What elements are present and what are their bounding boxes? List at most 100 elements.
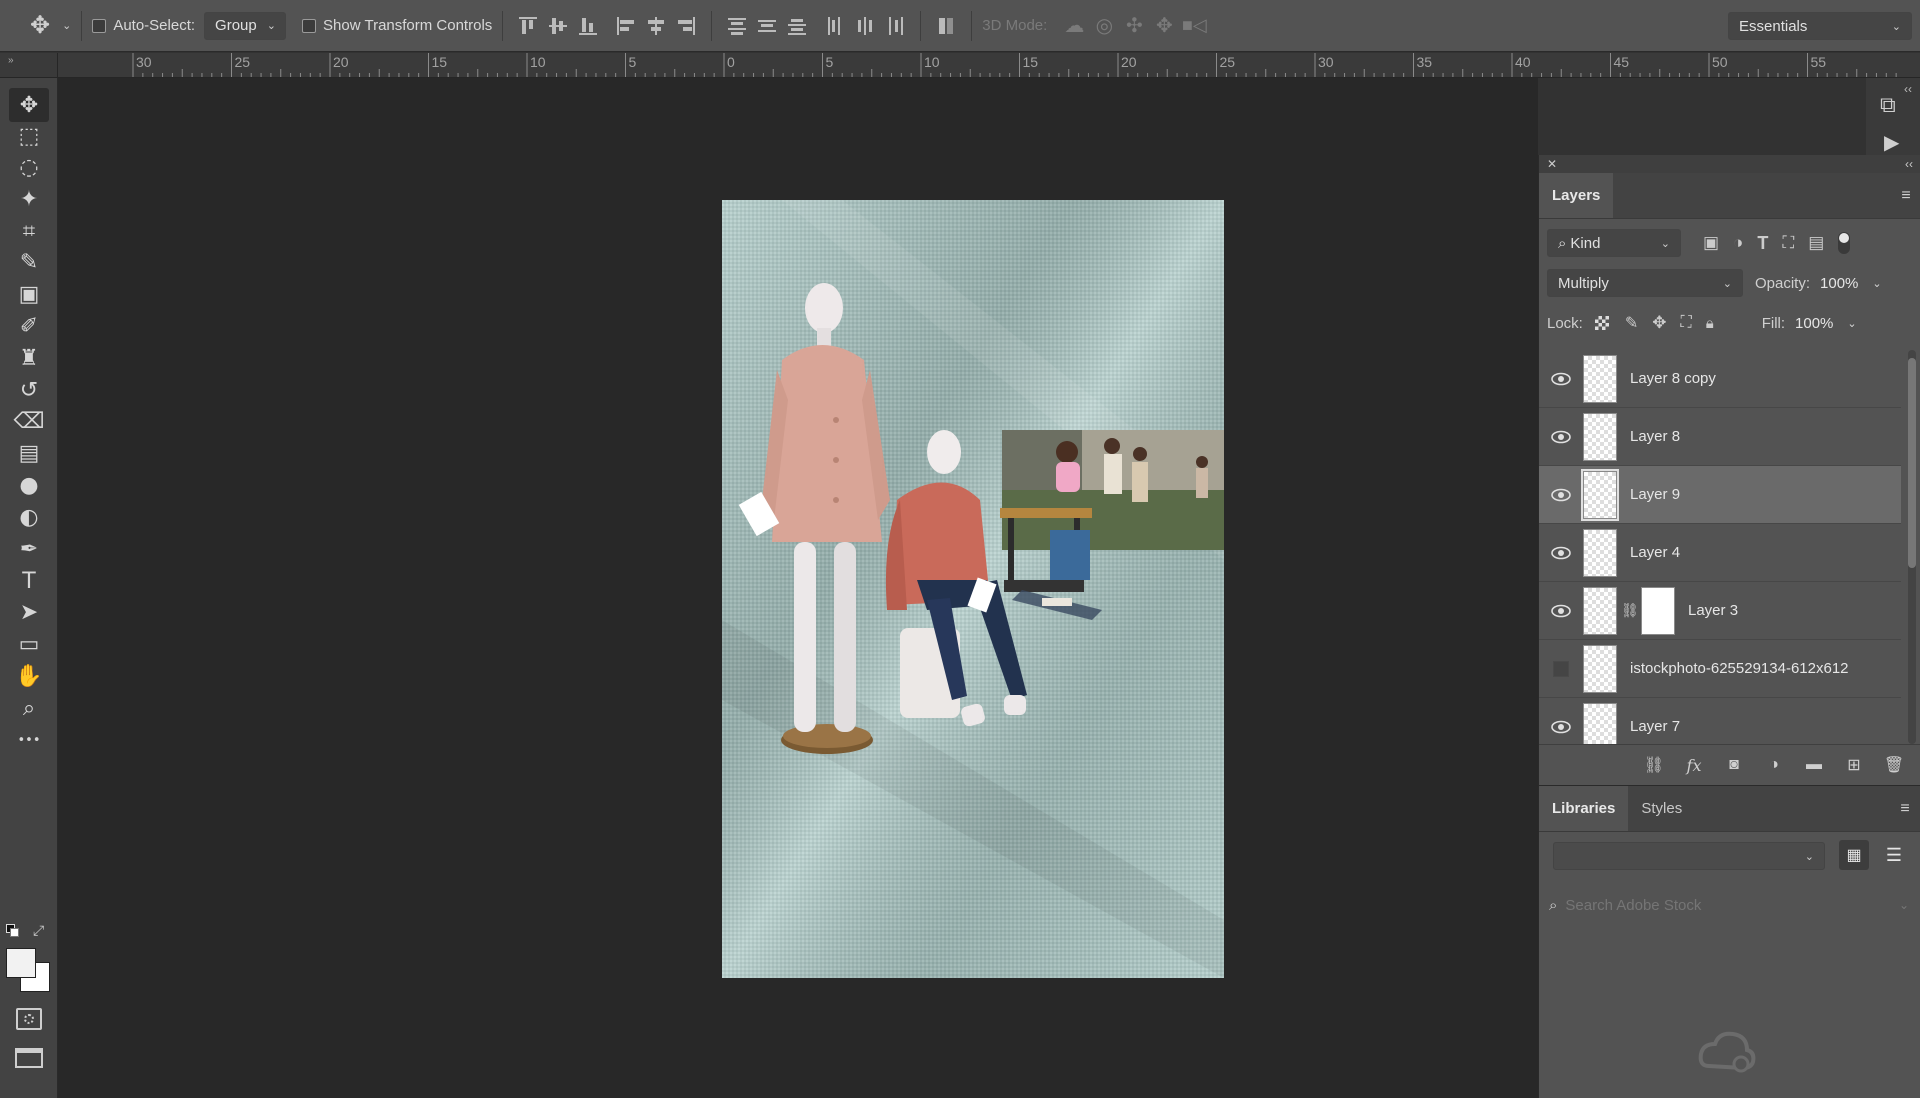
align-left-icon[interactable]	[611, 11, 641, 41]
foreground-color-swatch[interactable]	[6, 948, 36, 978]
link-layers-icon[interactable]: ⛓	[1641, 752, 1667, 778]
distribute-vcenter-icon[interactable]	[752, 11, 782, 41]
chevron-down-icon[interactable]: ⌄	[1872, 277, 1881, 290]
eraser-tool[interactable]: ⌫	[9, 404, 49, 438]
document-canvas[interactable]	[722, 200, 1224, 978]
visibility-toggle[interactable]	[1539, 350, 1583, 408]
tab-layers[interactable]: Layers	[1539, 173, 1614, 218]
rectangle-tool[interactable]: ▭	[9, 627, 49, 661]
pan-3d-icon[interactable]: ✣	[1119, 11, 1149, 41]
layer-name[interactable]: Layer 7	[1630, 718, 1680, 735]
layer-thumbnail[interactable]	[1583, 586, 1617, 635]
distribute-bottom-icon[interactable]	[782, 11, 812, 41]
canvas-area[interactable]	[58, 78, 1538, 1098]
layer-thumbnail[interactable]	[1583, 354, 1617, 403]
new-group-icon[interactable]: ▬	[1801, 752, 1827, 778]
layer-name[interactable]: Layer 8	[1630, 428, 1680, 445]
hand-tool[interactable]: ✋	[9, 659, 49, 693]
visibility-toggle[interactable]	[1539, 640, 1583, 698]
align-top-icon[interactable]	[513, 11, 543, 41]
library-select-dropdown[interactable]: ⌄	[1553, 842, 1825, 870]
history-panel-icon[interactable]: ⧉	[1880, 92, 1896, 118]
grid-view-icon[interactable]: ▦	[1839, 840, 1869, 870]
layer-row[interactable]: Layer 4	[1539, 524, 1901, 582]
align-vcenter-icon[interactable]	[543, 11, 573, 41]
layer-row[interactable]: ⛓ Layer 3	[1539, 582, 1901, 640]
tab-styles[interactable]: Styles	[1628, 786, 1695, 831]
workspace-dropdown[interactable]: Essentials ⌄	[1728, 12, 1912, 40]
dodge-tool[interactable]: ◐	[9, 500, 49, 534]
path-select-tool[interactable]: ➤	[9, 595, 49, 629]
default-colors-icon[interactable]	[6, 924, 20, 938]
layer-name[interactable]: Layer 8 copy	[1630, 370, 1716, 387]
visibility-toggle[interactable]	[1539, 466, 1583, 524]
move-tool-preset[interactable]: ✥ ⌄	[0, 0, 71, 52]
filter-kind-dropdown[interactable]: ⌕ Kind ⌄	[1547, 229, 1681, 257]
lock-artboard-icon[interactable]: ⛶	[1681, 314, 1692, 332]
distribute-right-icon[interactable]	[880, 11, 910, 41]
marquee-tool[interactable]: ⬚	[9, 119, 49, 153]
adjustment-layer-icon[interactable]: ◑	[1761, 752, 1787, 778]
mask-link-icon[interactable]: ⛓	[1621, 602, 1639, 619]
lock-position-icon[interactable]: ✥	[1652, 313, 1666, 333]
orbit-3d-icon[interactable]: ☁	[1059, 11, 1089, 41]
search-input[interactable]	[1565, 896, 1899, 914]
gradient-tool[interactable]: ▤	[9, 436, 49, 470]
type-filter-icon[interactable]: T	[1757, 233, 1768, 254]
layer-thumbnail[interactable]	[1583, 412, 1617, 461]
ruler-corner[interactable]: »	[0, 53, 58, 78]
camera-3d-icon[interactable]: ■◁	[1179, 11, 1209, 41]
pen-tool[interactable]: ✒	[9, 532, 49, 566]
distribute-top-icon[interactable]	[722, 11, 752, 41]
tab-libraries[interactable]: Libraries	[1539, 786, 1629, 831]
roll-3d-icon[interactable]: ◎	[1089, 11, 1119, 41]
menu-icon[interactable]: ≡	[1890, 786, 1920, 831]
lock-transparency-icon[interactable]	[1594, 316, 1609, 330]
fill-input[interactable]: 100%	[1795, 315, 1833, 332]
align-bottom-icon[interactable]	[573, 11, 603, 41]
pixel-filter-icon[interactable]: ▣	[1703, 233, 1719, 253]
align-hcenter-icon[interactable]	[641, 11, 671, 41]
layer-row[interactable]: Layer 8 copy	[1539, 350, 1901, 408]
brush-tool[interactable]: ✐	[9, 309, 49, 343]
layer-thumbnail[interactable]	[1583, 702, 1617, 744]
menu-icon[interactable]: ≡	[1891, 173, 1920, 218]
lock-pixels-icon[interactable]: ✎	[1625, 313, 1638, 333]
eyedropper-tool[interactable]: ✎	[9, 245, 49, 279]
more-tools[interactable]: •••	[9, 723, 49, 757]
frame-tool[interactable]: ▣	[9, 277, 49, 311]
zoom-tool[interactable]: ⌕	[9, 691, 49, 725]
layer-name[interactable]: Layer 9	[1630, 486, 1680, 503]
collapse-icon[interactable]: ‹‹	[1905, 157, 1913, 171]
visibility-toggle[interactable]	[1539, 408, 1583, 466]
quick-mask-icon[interactable]	[16, 1008, 42, 1030]
chevron-down-icon[interactable]: ⌄	[1899, 898, 1909, 912]
layer-row[interactable]: Layer 8	[1539, 408, 1901, 466]
scrollbar-thumb[interactable]	[1908, 358, 1916, 568]
magic-wand-tool[interactable]: ✦	[9, 182, 49, 216]
slide-3d-icon[interactable]: ✥	[1149, 11, 1179, 41]
crop-tool[interactable]: ⌗	[9, 214, 49, 248]
visibility-toggle[interactable]	[1539, 524, 1583, 582]
actions-panel-icon[interactable]: ▶	[1884, 130, 1899, 155]
show-transform-checkbox[interactable]: Show Transform Controls	[302, 0, 492, 52]
delete-layer-icon[interactable]: 🗑︎	[1881, 752, 1907, 778]
list-view-icon[interactable]: ☰	[1879, 840, 1909, 870]
swap-colors-icon[interactable]: ⤢	[33, 922, 44, 939]
layer-thumbnail[interactable]	[1581, 468, 1619, 521]
screen-mode-icon[interactable]	[15, 1048, 43, 1068]
distribute-left-icon[interactable]	[820, 11, 850, 41]
horizontal-ruler[interactable]: 30 25 20 15 10 5 0 5 10 15 20 25 30 35 40 45 50 55	[58, 53, 1920, 78]
type-tool[interactable]: T	[9, 564, 49, 598]
auto-select-checkbox[interactable]: Auto-Select:	[92, 0, 195, 52]
layer-row[interactable]: Layer 7	[1539, 698, 1901, 744]
visibility-toggle[interactable]	[1539, 698, 1583, 745]
blend-mode-dropdown[interactable]: Multiply ⌄	[1547, 269, 1743, 297]
stock-search[interactable]: ⌕ ⌄	[1549, 890, 1909, 920]
new-layer-icon[interactable]: ⊞	[1841, 752, 1867, 778]
stamp-tool[interactable]: ♜	[9, 341, 49, 375]
filter-toggle-icon[interactable]	[1838, 232, 1851, 254]
layer-name[interactable]: Layer 3	[1688, 602, 1738, 619]
layer-thumbnail[interactable]	[1583, 528, 1617, 577]
add-mask-icon[interactable]: ◙	[1721, 752, 1747, 778]
